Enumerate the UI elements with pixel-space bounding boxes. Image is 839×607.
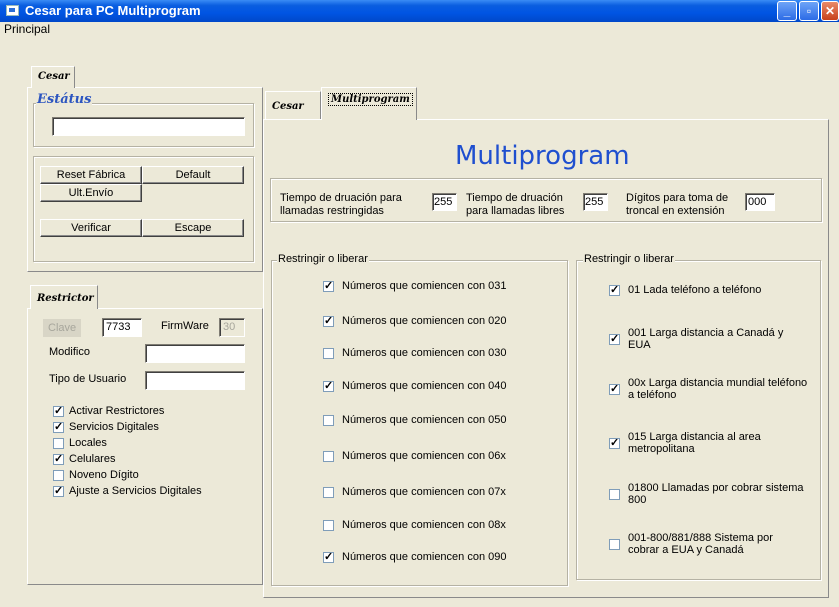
restrictor-check-4[interactable] bbox=[53, 452, 64, 465]
prefix-check-4[interactable] bbox=[323, 379, 334, 392]
prefix-check-1[interactable] bbox=[323, 279, 334, 292]
tab-cesar-left[interactable]: Cesar bbox=[31, 66, 75, 88]
restrictor-check-label[interactable]: Locales bbox=[69, 437, 107, 449]
status-field[interactable] bbox=[52, 117, 245, 136]
restrictor-check-label[interactable]: Noveno Dígito bbox=[69, 469, 139, 481]
tiempo-libres-label: Tiempo de druación para llamadas libres bbox=[466, 192, 565, 217]
prefix-check-8[interactable] bbox=[323, 520, 334, 531]
prefix-check-label[interactable]: Números que comiencen con 06x bbox=[342, 450, 506, 462]
tab-restrictor[interactable]: Restrictor bbox=[30, 285, 98, 309]
verify-button[interactable]: Verificar bbox=[40, 219, 142, 237]
tiempo-libres-field[interactable]: 255 bbox=[583, 193, 608, 211]
restrictor-check-1[interactable] bbox=[53, 404, 64, 417]
tab-multiprogram-label: Multiprogram bbox=[328, 93, 413, 106]
service-check-label[interactable]: 015 Larga distancia al area metropolitana bbox=[628, 431, 761, 455]
restrictor-check-2[interactable] bbox=[53, 420, 64, 433]
service-check-label[interactable]: 01 Lada teléfono a teléfono bbox=[628, 284, 761, 296]
tiempo-restringidas-label: Tiempo de druación para llamadas restring… bbox=[280, 192, 402, 217]
menu-bar: Principal bbox=[0, 22, 839, 37]
tipo-usuario-label: Tipo de Usuario bbox=[49, 373, 127, 385]
prefix-check-label[interactable]: Números que comiencen con 040 bbox=[342, 380, 506, 392]
maximize-icon[interactable]: ▫ bbox=[799, 1, 819, 21]
prefix-check-3[interactable] bbox=[323, 348, 334, 359]
prefix-check-label[interactable]: Números que comiencen con 08x bbox=[342, 519, 506, 531]
service-check-label[interactable]: 001 Larga distancia a Canadá y EUA bbox=[628, 327, 783, 351]
restrictor-check-5[interactable] bbox=[53, 470, 64, 481]
service-check-4[interactable] bbox=[609, 436, 620, 449]
restrictor-check-6[interactable] bbox=[53, 484, 64, 497]
restrictor-check-label[interactable]: Activar Restrictores bbox=[69, 405, 164, 417]
restrict-frame-left-title: Restringir o liberar bbox=[277, 253, 369, 265]
prefix-check-label[interactable]: Números que comiencen con 030 bbox=[342, 347, 506, 359]
reset-factory-button[interactable]: Reset Fábrica bbox=[40, 166, 142, 184]
tab-cesar[interactable]: Cesar bbox=[265, 91, 321, 119]
service-check-1[interactable] bbox=[609, 283, 620, 296]
minimize-icon[interactable]: _ bbox=[777, 1, 797, 21]
prefix-check-label[interactable]: Números que comiencen con 050 bbox=[342, 414, 506, 426]
app-icon[interactable] bbox=[6, 5, 19, 16]
prefix-check-6[interactable] bbox=[323, 451, 334, 462]
menu-principal[interactable]: Principal bbox=[4, 22, 50, 36]
escape-button[interactable]: Escape bbox=[142, 219, 244, 237]
firmware-label: FirmWare bbox=[161, 320, 209, 332]
default-button[interactable]: Default bbox=[142, 166, 244, 184]
service-check-3[interactable] bbox=[609, 382, 620, 395]
tiempo-restringidas-field[interactable]: 255 bbox=[432, 193, 457, 211]
modifico-label: Modifico bbox=[49, 346, 90, 358]
status-title: Estátus bbox=[36, 92, 93, 107]
restrictor-check-label[interactable]: Ajuste a Servicios Digitales bbox=[69, 485, 202, 497]
firmware-field: 30 bbox=[219, 318, 245, 337]
prefix-check-7[interactable] bbox=[323, 487, 334, 498]
clave-label: Clave bbox=[43, 319, 82, 337]
digitos-troncal-field[interactable]: 000 bbox=[745, 193, 775, 211]
prefix-check-label[interactable]: Números que comiencen con 090 bbox=[342, 551, 506, 563]
prefix-check-9[interactable] bbox=[323, 550, 334, 563]
tipo-usuario-field[interactable] bbox=[145, 371, 245, 390]
modifico-field[interactable] bbox=[145, 344, 245, 363]
service-check-label[interactable]: 00x Larga distancia mundial teléfono a te… bbox=[628, 377, 807, 401]
restrict-frame-right-title: Restringir o liberar bbox=[583, 253, 675, 265]
service-check-label[interactable]: 001-800/881/888 Sistema por cobrar a EUA … bbox=[628, 532, 773, 556]
prefix-check-label[interactable]: Números que comiencen con 031 bbox=[342, 280, 506, 292]
service-check-6[interactable] bbox=[609, 539, 620, 550]
window-title: Cesar para PC Multiprogram bbox=[25, 3, 201, 18]
restrictor-check-label[interactable]: Servicios Digitales bbox=[69, 421, 159, 433]
digitos-troncal-label: Dígitos para toma de troncal en extensión bbox=[626, 192, 729, 217]
clave-field[interactable]: 7733 bbox=[102, 318, 142, 337]
restrictor-check-label[interactable]: Celulares bbox=[69, 453, 115, 465]
prefix-check-2[interactable] bbox=[323, 314, 334, 327]
service-check-2[interactable] bbox=[609, 332, 620, 345]
service-check-label[interactable]: 01800 Llamadas por cobrar sistema 800 bbox=[628, 482, 803, 506]
service-check-5[interactable] bbox=[609, 489, 620, 500]
prefix-check-5[interactable] bbox=[323, 415, 334, 426]
tab-multiprogram[interactable]: Multiprogram bbox=[321, 87, 417, 120]
last-send-button[interactable]: Ult.Envío bbox=[40, 184, 142, 202]
restrictor-check-3[interactable] bbox=[53, 438, 64, 449]
title-bar[interactable]: Cesar para PC Multiprogram _ ▫ ✕ bbox=[0, 0, 839, 22]
multiprogram-heading: Multiprogram bbox=[455, 141, 630, 171]
prefix-check-label[interactable]: Números que comiencen con 020 bbox=[342, 315, 506, 327]
prefix-check-label[interactable]: Números que comiencen con 07x bbox=[342, 486, 506, 498]
close-icon[interactable]: ✕ bbox=[821, 1, 839, 21]
